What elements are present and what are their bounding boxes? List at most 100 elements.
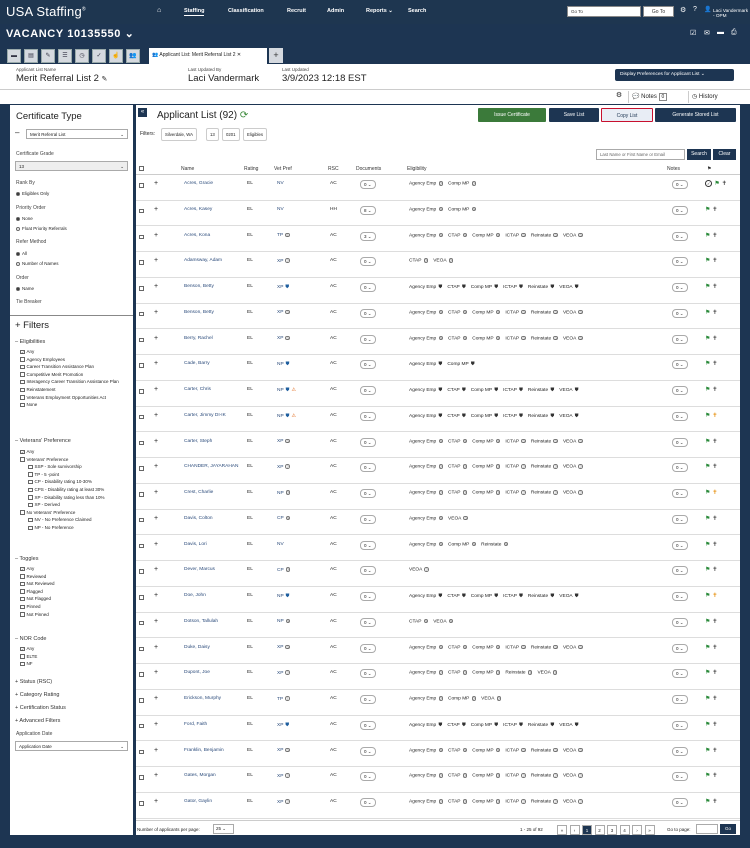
expand-row-icon[interactable]: + (154, 206, 158, 213)
applicant-name[interactable]: Dupont, Joe (184, 670, 242, 676)
order-name[interactable]: Name (16, 286, 34, 291)
notes-dropdown[interactable]: 0 ⌄ (672, 540, 688, 550)
pin-icon[interactable]: ✝ (712, 413, 717, 419)
documents-dropdown[interactable]: 0 ⌄ (360, 540, 376, 550)
nav-classification[interactable]: Classification (228, 8, 264, 14)
notes-dropdown[interactable]: 0 ⌄ (672, 308, 688, 318)
notes-dropdown[interactable]: 0 ⌄ (672, 180, 688, 189)
expand-row-icon[interactable]: + (154, 309, 158, 316)
checklist-icon[interactable]: ☑ (690, 29, 696, 37)
expand-row-icon[interactable]: + (154, 772, 158, 779)
flag-icon[interactable]: ⚑ (705, 258, 710, 264)
refer-all[interactable]: All (16, 251, 27, 256)
nav-admin[interactable]: Admin (327, 8, 344, 14)
filter-option[interactable]: Competitive Merit Promotion (20, 372, 130, 378)
col-rating[interactable]: Rating (244, 166, 258, 172)
applicant-name[interactable]: Carter, Chris (184, 387, 242, 393)
nav-reports[interactable]: Reports ⌄ (366, 8, 393, 14)
expand-row-icon[interactable]: + (154, 463, 158, 470)
notes-dropdown[interactable]: 0 ⌄ (672, 695, 688, 704)
row-checkbox[interactable] (139, 183, 144, 188)
close-icon[interactable]: ✕ (237, 52, 241, 58)
documents-dropdown[interactable]: 0 ⌄ (360, 308, 376, 318)
documents-dropdown[interactable]: 3 ⌄ (360, 231, 376, 241)
pin-icon[interactable]: ✝ (712, 284, 717, 290)
advanced-filters[interactable]: + Advanced Filters (15, 718, 60, 724)
display-preferences-button[interactable]: Display Preferences for Applicant List ⌄ (615, 69, 734, 81)
col-documents[interactable]: Documents (356, 166, 381, 172)
checkbox[interactable] (20, 387, 25, 393)
row-checkbox[interactable] (139, 311, 144, 317)
checkbox[interactable] (20, 402, 25, 408)
expand-row-icon[interactable]: + (154, 721, 158, 728)
notes-dropdown[interactable]: 0 ⌄ (672, 205, 688, 215)
refresh-icon[interactable]: ⟳ (240, 110, 248, 121)
filter-option[interactable]: Veterans' Preference (20, 457, 130, 463)
notes-dropdown[interactable]: 0 ⌄ (672, 386, 688, 395)
expand-row-icon[interactable]: + (154, 386, 158, 393)
documents-dropdown[interactable]: 0 ⌄ (360, 592, 376, 601)
notes-dropdown[interactable]: 0 ⌄ (672, 566, 688, 576)
filter-option[interactable]: XP - Disability rating less than 10% (20, 495, 130, 501)
expand-row-icon[interactable]: + (154, 747, 158, 754)
priority-none[interactable]: None (16, 216, 33, 221)
home-icon[interactable]: ⌂ (157, 7, 161, 14)
goto-page-button[interactable]: Go (720, 824, 736, 834)
flag-icon[interactable]: ⚑ (705, 464, 710, 470)
help-icon[interactable]: ? (693, 6, 697, 13)
filter-option[interactable]: ✓ Any (20, 349, 130, 355)
checkbox[interactable]: ✓ (20, 449, 25, 455)
save-list-button[interactable]: Save List (549, 108, 599, 122)
tab-edit-icon[interactable]: ✎ (41, 49, 55, 63)
documents-dropdown[interactable]: 0 ⌄ (360, 669, 376, 679)
notes-dropdown[interactable]: 0 ⌄ (672, 283, 688, 292)
page-button[interactable]: › (632, 825, 642, 835)
pin-icon[interactable]: ✝ (722, 181, 727, 187)
applicant-name[interactable]: Acres, Kona (184, 233, 242, 239)
col-rsc[interactable]: RSC (328, 166, 339, 172)
row-checkbox[interactable] (139, 620, 144, 626)
filter-option[interactable]: Pinned (20, 604, 130, 610)
documents-dropdown[interactable]: 0 ⌄ (360, 386, 376, 395)
checkbox[interactable] (20, 372, 25, 377)
nav-search[interactable]: Search (408, 8, 426, 14)
row-checkbox[interactable] (139, 440, 144, 445)
pin-icon[interactable]: ✝ (712, 645, 717, 651)
flag-icon[interactable]: ⚑ (705, 490, 710, 496)
generate-stored-list-button[interactable]: Generate Stored List (655, 108, 736, 122)
checkbox[interactable] (20, 654, 25, 659)
checkbox[interactable] (28, 525, 33, 530)
documents-dropdown[interactable]: 0 ⌄ (360, 437, 376, 447)
flag-icon[interactable]: ⚑ (705, 799, 710, 805)
expand-row-icon[interactable]: + (154, 566, 158, 573)
expand-row-icon[interactable]: + (154, 592, 158, 599)
row-checkbox[interactable] (139, 466, 144, 471)
filter-option[interactable]: ELTE (20, 654, 130, 660)
tab-document-icon[interactable]: ▤ (24, 49, 38, 63)
expand-row-icon[interactable]: + (154, 335, 158, 342)
pin-icon[interactable]: ✝ (712, 773, 717, 779)
usa-staffing-logo[interactable]: USA Staffing® (6, 4, 86, 19)
checkbox[interactable]: ✓ (20, 646, 25, 652)
flag-icon[interactable]: ⚑ (705, 516, 710, 522)
pin-icon[interactable]: ✝ (712, 722, 717, 728)
documents-dropdown[interactable]: 0 ⌄ (360, 180, 376, 189)
expand-row-icon[interactable]: + (154, 644, 158, 651)
flag-icon[interactable]: ⚑ (705, 361, 710, 367)
tab-folder-icon[interactable]: ▬ (7, 49, 21, 63)
row-checkbox[interactable] (139, 260, 144, 265)
col-notes[interactable]: Notes (667, 166, 680, 172)
row-checkbox[interactable] (139, 208, 144, 214)
checkbox[interactable]: ✓ (20, 349, 25, 355)
filter-option[interactable]: Not Reviewed (20, 581, 130, 587)
filter-option[interactable]: None (20, 402, 130, 408)
flag-icon[interactable]: ⚑ (705, 619, 710, 625)
goto-page-input[interactable] (696, 824, 718, 834)
checkbox[interactable] (28, 479, 33, 485)
filter-option[interactable]: SSP - Sole survivorship (20, 464, 130, 470)
applicant-name[interactable]: Benson, Betty (184, 284, 242, 290)
pin-icon[interactable]: ✝ (712, 233, 717, 239)
category-rating-filter[interactable]: + Category Rating (15, 692, 59, 698)
filter-option[interactable]: Agency Employees (20, 357, 130, 363)
edit-icon[interactable]: ✎ (102, 76, 108, 83)
